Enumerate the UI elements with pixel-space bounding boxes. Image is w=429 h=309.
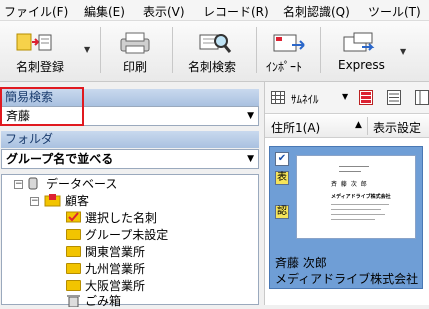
import-label: ｲﾝﾎﾟｰﾄ — [266, 60, 303, 74]
folder-sort-value: グループ名で並べる — [6, 152, 114, 166]
search-card-button[interactable]: 名刺検索 — [176, 25, 252, 77]
folder-icon — [66, 280, 81, 291]
menu-file[interactable]: ファイル(F) — [4, 3, 68, 20]
card-image-line — [339, 166, 369, 167]
menu-card-recognition[interactable]: 名刺認識(Q) — [283, 3, 350, 20]
register-dropdown-icon[interactable]: ▼ — [84, 45, 90, 54]
folder-sort-dropdown-icon[interactable]: ▼ — [247, 150, 254, 168]
express-icon — [343, 32, 375, 52]
card-image-name: 斉 藤 次 郎 — [331, 181, 368, 188]
tree-item-customers[interactable]: 顧客 — [44, 193, 89, 209]
checked-folder-icon — [66, 211, 81, 223]
thumbnail-label[interactable]: ｻﾑﾈｲﾙ — [291, 91, 319, 107]
detail-list-icon[interactable] — [387, 90, 401, 105]
tree-label-kanto: 関東営業所 — [85, 245, 146, 259]
header-separator — [367, 117, 368, 135]
tree-item-database[interactable]: データベース — [28, 176, 117, 192]
view-toolbar: ｻﾑﾈｲﾙ ▼ — [265, 82, 429, 114]
folder-icon — [66, 263, 81, 274]
folder-icon — [66, 229, 81, 240]
card-image-line — [339, 171, 361, 172]
tree-item-osaka[interactable]: 大阪営業所 — [66, 278, 145, 294]
column-header: 住所1(A) ▲ 表示設定 — [265, 115, 429, 138]
register-card-button[interactable]: ▼ 名刺登録 — [4, 25, 96, 77]
database-icon — [28, 177, 38, 190]
card-company-name: メディアドライブ株式会社 — [275, 272, 419, 286]
recognized-tag: 認 — [275, 205, 289, 219]
tree-item-trash[interactable]: ごみ箱 — [66, 293, 121, 309]
toolbar-separator — [256, 27, 257, 73]
folder-icon — [66, 246, 81, 257]
select-checkbox[interactable]: ✔ — [275, 152, 289, 166]
register-label: 名刺登録 — [16, 60, 65, 74]
sort-column-label[interactable]: 住所1(A) — [271, 119, 320, 136]
table-view-icon[interactable] — [415, 90, 429, 105]
display-settings-label[interactable]: 表示設定 — [373, 119, 421, 136]
print-label: 印刷 — [123, 60, 148, 74]
thumbnail-dropdown-icon[interactable]: ▼ — [342, 92, 348, 101]
business-card-item[interactable]: ✔ 表 認 斉 藤 次 郎 メディアドライブ株式会社 斉藤 次郎 メディアドライ… — [269, 146, 423, 289]
tree-label-trash: ごみ箱 — [85, 294, 122, 308]
tree-label-ungrouped: グループ未設定 — [85, 228, 169, 242]
group-folder-icon — [44, 194, 61, 207]
tree-label-selected-cards: 選択した名刺 — [85, 211, 158, 225]
tree-collapse-icon[interactable]: − — [30, 197, 39, 206]
menu-bar: ファイル(F) 編集(E) 表示(V) レコード(R) 名刺認識(Q) ツール(… — [0, 0, 429, 21]
register-card-icon — [16, 33, 52, 51]
tree-item-selected-cards[interactable]: 選択した名刺 — [66, 210, 157, 226]
card-image-line — [331, 204, 389, 205]
card-image-line — [331, 219, 375, 220]
tree-item-kanto[interactable]: 関東営業所 — [66, 244, 145, 260]
import-button[interactable]: ｲﾝﾎﾟｰﾄ — [260, 25, 316, 77]
express-dropdown-icon[interactable]: ▼ — [400, 47, 406, 56]
card-image-line — [331, 209, 381, 210]
highlight-box — [0, 87, 84, 126]
menu-edit[interactable]: 編集(E) — [84, 3, 125, 20]
tree-item-kyushu[interactable]: 九州営業所 — [66, 261, 145, 277]
trash-icon — [67, 295, 80, 308]
card-image-line — [331, 214, 385, 215]
toolbar-separator — [100, 27, 101, 73]
card-person-name: 斉藤 次郎 — [275, 256, 327, 270]
tree-label-osaka: 大阪営業所 — [85, 279, 146, 293]
sort-ascending-icon[interactable]: ▲ — [355, 120, 362, 130]
print-icon — [120, 32, 150, 54]
quick-search-dropdown-icon[interactable]: ▼ — [247, 107, 254, 125]
front-side-tag: 表 — [275, 171, 289, 185]
card-image-company: メディアドライブ株式会社 — [331, 194, 391, 200]
tree-label-kyushu: 九州営業所 — [85, 262, 146, 276]
tree-label-database: データベース — [46, 177, 118, 191]
folder-header: フォルダ — [1, 131, 259, 148]
card-list: ✔ 表 認 斉 藤 次 郎 メディアドライブ株式会社 斉藤 次郎 メディアドライ… — [265, 138, 429, 305]
folder-sort-select[interactable]: グループ名で並べる ▼ — [1, 149, 259, 169]
right-pane: ｻﾑﾈｲﾙ ▼ 住所1(A) ▲ 表示設定 ✔ 表 認 斉 藤 次 郎 メディア… — [264, 82, 429, 305]
menu-view[interactable]: 表示(V) — [143, 3, 185, 20]
express-button[interactable]: ▼ Express — [324, 25, 410, 77]
tree-collapse-icon[interactable]: − — [14, 180, 23, 189]
toolbar-separator — [172, 27, 173, 73]
card-list-icon[interactable] — [359, 90, 373, 105]
express-label: Express — [338, 58, 385, 72]
tree-item-ungrouped[interactable]: グループ未設定 — [66, 227, 168, 243]
import-icon — [273, 34, 305, 52]
menu-tools[interactable]: ツール(T) — [368, 3, 421, 20]
toolbar-separator — [320, 27, 321, 73]
main-toolbar: ▼ 名刺登録 印刷 名刺検索 ｲﾝﾎﾟｰﾄ ▼ Express — [0, 21, 429, 82]
tree-label-customers: 顧客 — [65, 194, 90, 208]
card-thumbnail-image: 斉 藤 次 郎 メディアドライブ株式会社 — [296, 155, 416, 239]
left-pane: 簡易検索 斉藤 ▼ フォルダ グループ名で並べる ▼ − データベース − 顧客 — [0, 82, 262, 308]
grid-view-icon[interactable] — [271, 91, 285, 104]
search-card-icon — [199, 34, 232, 53]
folder-tree: − データベース − 顧客 選択した名刺 グループ未設定 関東営業所 九州営業所… — [1, 174, 259, 308]
search-card-label: 名刺検索 — [188, 60, 237, 74]
print-button[interactable]: 印刷 — [104, 25, 166, 77]
menu-record[interactable]: レコード(R) — [203, 3, 269, 20]
